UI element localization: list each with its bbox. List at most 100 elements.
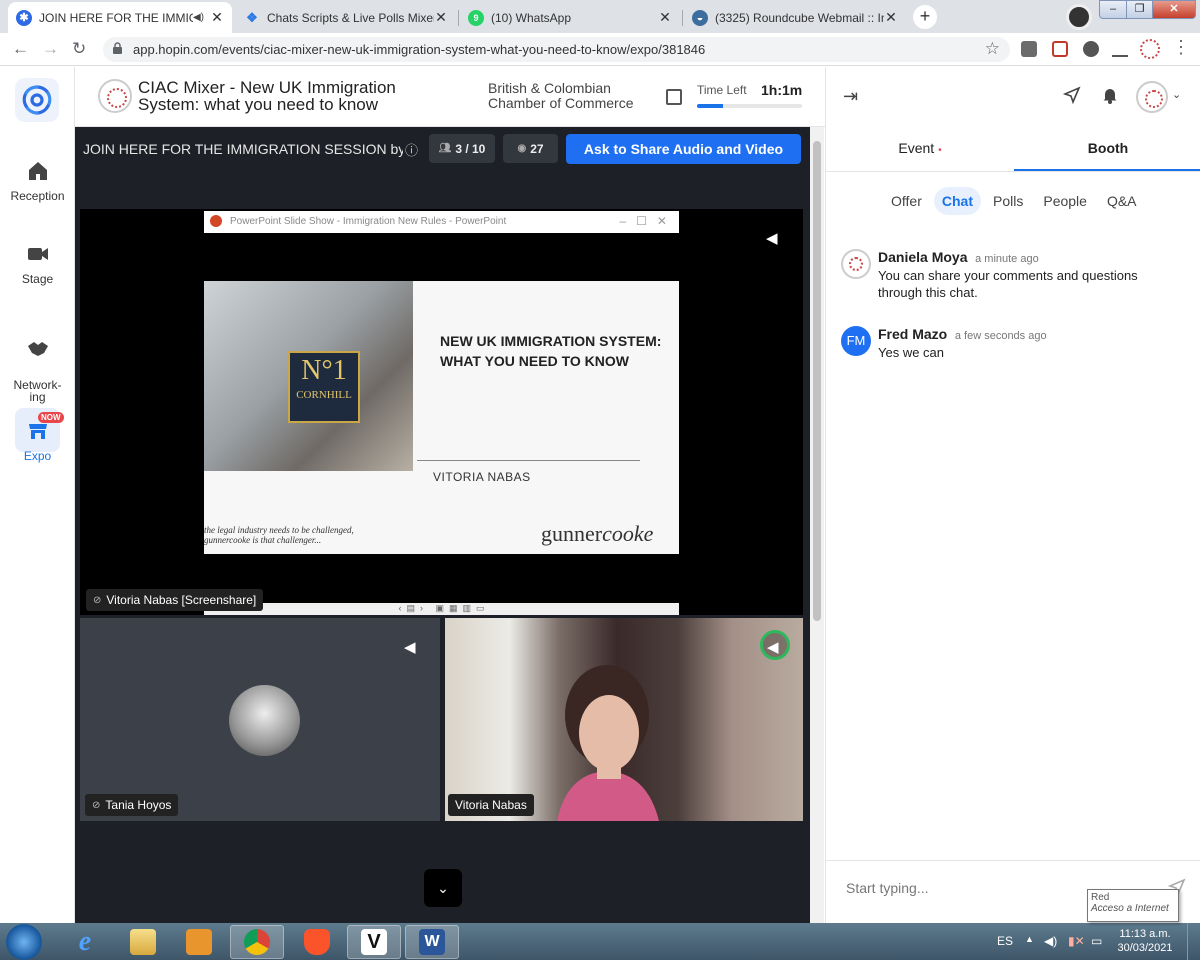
subtab-qa[interactable]: Q&A [1099, 187, 1145, 215]
browser-tab-chats-scripts[interactable]: ❖ Chats Scripts & Live Polls Mixer F ✕ [236, 2, 456, 33]
tab-divider [826, 171, 1200, 172]
send-icon[interactable] [1063, 86, 1081, 104]
tab-divider [458, 10, 459, 26]
window-controls-icon: – ☐ ✕ [619, 214, 668, 228]
subtab-offer[interactable]: Offer [883, 187, 930, 215]
network-status-icon[interactable]: ▮✕ [1068, 934, 1085, 948]
taskbar-brave[interactable] [290, 925, 344, 959]
extensions-puzzle-icon[interactable] [1083, 41, 1099, 57]
viewers-count: ◉ 27 [503, 134, 558, 163]
tab-divider [682, 10, 683, 26]
back-arrow-icon[interactable]: ← [12, 39, 29, 59]
info-icon[interactable]: ⓘ [405, 140, 418, 159]
nav-stage[interactable]: Stage [0, 242, 75, 286]
window-minimize-button[interactable]: ‒ [1099, 0, 1127, 19]
slide-tagline: the legal industry needs to be challenge… [204, 525, 354, 545]
chat-message: FM Fred Mazo a few seconds ago Yes we ca… [841, 326, 1181, 361]
slideshow-controls[interactable]: ‹ ▤ › ▣ ▦ ▥ ▭ [204, 603, 679, 615]
hopin-logo[interactable] [15, 78, 59, 122]
taskbar-file-explorer[interactable] [116, 925, 170, 959]
browser-profile-icon[interactable] [1066, 4, 1092, 30]
window-maximize-button[interactable]: ❐ [1126, 0, 1153, 19]
subtab-people[interactable]: People [1035, 187, 1095, 215]
slide-presenter: VITORIA NABAS [433, 470, 531, 484]
reading-list-icon[interactable] [1112, 41, 1128, 57]
chrome-profile-avatar[interactable] [1140, 39, 1160, 59]
action-center-icon[interactable]: ▭ [1091, 934, 1102, 948]
message-time: a few seconds ago [954, 330, 1047, 342]
scrollbar-thumb[interactable] [813, 141, 821, 621]
participant-name-tag: ⊘ Tania Hoyos [85, 794, 179, 816]
close-tab-icon[interactable]: ✕ [884, 9, 898, 26]
stage-area: JOIN HERE FOR THE IMMIGRATION SESSION by… [75, 127, 810, 923]
screenshare-name-tag: ⊘ Vitoria Nabas [Screenshare] [86, 589, 264, 611]
taskbar-chrome[interactable] [230, 925, 284, 959]
stage-scrollbar[interactable] [810, 127, 824, 923]
lock-icon [113, 42, 122, 54]
nav-expo-label: Expo [23, 449, 52, 463]
people-icon: 👥︎ [438, 143, 452, 154]
forward-arrow-icon[interactable]: → [42, 39, 59, 59]
new-tab-button[interactable]: + [913, 5, 937, 29]
chevron-down-icon[interactable]: ⌄ [1172, 88, 1181, 101]
volume-icon[interactable]: ◀ [404, 638, 416, 656]
brave-icon [304, 929, 330, 955]
handshake-icon [27, 342, 48, 356]
address-bar[interactable]: app.hopin.com/events/ciac-mixer-new-uk-i… [103, 37, 1010, 62]
close-tab-icon[interactable]: ✕ [434, 9, 448, 26]
user-avatar[interactable] [1136, 81, 1168, 113]
live-dot-icon: • [938, 145, 942, 156]
url-text: app.hopin.com/events/ciac-mixer-new-uk-i… [133, 42, 706, 57]
mic-muted-icon: ⊘ [92, 799, 101, 811]
calendar-icon[interactable] [666, 89, 682, 105]
collapse-panel-icon[interactable]: ⇥ [843, 86, 858, 107]
browser-tab-roundcube[interactable]: ◒ (3325) Roundcube Webmail :: Inb ✕ [684, 2, 906, 33]
webcam-person [557, 665, 659, 821]
system-clock[interactable]: 11:13 a.m. 30/03/2021 [1115, 927, 1175, 955]
extension-acrobat-icon[interactable] [1021, 41, 1037, 57]
eye-icon: ◉ [517, 143, 527, 154]
reload-icon[interactable]: ↻ [72, 39, 86, 59]
taskbar-vivaldi[interactable]: V [347, 925, 401, 959]
browser-tab-hopin[interactable]: ✱ JOIN HERE FOR THE IMMIGRA ◀) ✕ [8, 2, 232, 33]
video-tile-tania: ◀ ⊘ Tania Hoyos [80, 618, 440, 821]
message-time: a minute ago [975, 253, 1039, 265]
time-left-progress [697, 104, 802, 108]
language-indicator[interactable]: ES [997, 934, 1013, 948]
windows-taskbar: e V W ES ▲ ◀) ▮✕ ▭ 11:13 a.m. 30/03/2021 [0, 923, 1200, 960]
tab-audio-icon[interactable]: ◀) [193, 12, 204, 23]
v-app-icon: V [361, 929, 387, 955]
show-desktop-button[interactable] [1187, 923, 1200, 960]
close-tab-icon[interactable]: ✕ [658, 9, 672, 26]
subtab-polls[interactable]: Polls [985, 187, 1031, 215]
tab-event[interactable]: Event • [826, 133, 1014, 171]
taskbar-internet-explorer[interactable]: e [58, 925, 112, 959]
window-close-button[interactable]: ✕ [1152, 0, 1196, 19]
subtab-chat[interactable]: Chat [933, 187, 981, 215]
whatsapp-favicon-icon: 9 [468, 9, 484, 26]
taskbar-word[interactable]: W [405, 925, 459, 959]
bell-icon[interactable] [1102, 86, 1118, 104]
browser-tab-whatsapp[interactable]: 9 (10) WhatsApp ✕ [460, 2, 680, 33]
volume-icon[interactable]: ◀ [767, 638, 779, 656]
speaker-icon[interactable]: ◀) [1044, 934, 1057, 948]
chevron-down-button[interactable]: ⌄ [424, 869, 462, 907]
start-button[interactable] [6, 924, 42, 960]
extension-pocket-icon[interactable] [1052, 41, 1068, 57]
chat-input[interactable] [846, 878, 1126, 898]
taskbar-media-player[interactable] [172, 925, 226, 959]
internet-explorer-icon: e [78, 926, 92, 957]
browser-toolbar: ← → ↻ app.hopin.com/events/ciac-mixer-ne… [0, 33, 1200, 66]
show-hidden-icons-icon[interactable]: ▲ [1025, 934, 1034, 944]
volume-icon[interactable]: ◀ [766, 229, 778, 247]
nav-networking[interactable]: Network- ing [0, 325, 75, 403]
time-left-label: Time Left [697, 83, 747, 97]
nav-expo[interactable]: Expo [0, 419, 75, 463]
ask-to-share-button[interactable]: Ask to Share Audio and Video [566, 134, 801, 164]
nav-reception[interactable]: Reception [0, 159, 75, 203]
bookmark-star-icon[interactable]: ☆ [985, 39, 1000, 59]
tab-booth[interactable]: Booth [1014, 133, 1200, 171]
event-logo [98, 79, 132, 113]
chrome-menu-icon[interactable]: ⋮ [1172, 37, 1190, 58]
close-tab-icon[interactable]: ✕ [210, 9, 224, 26]
